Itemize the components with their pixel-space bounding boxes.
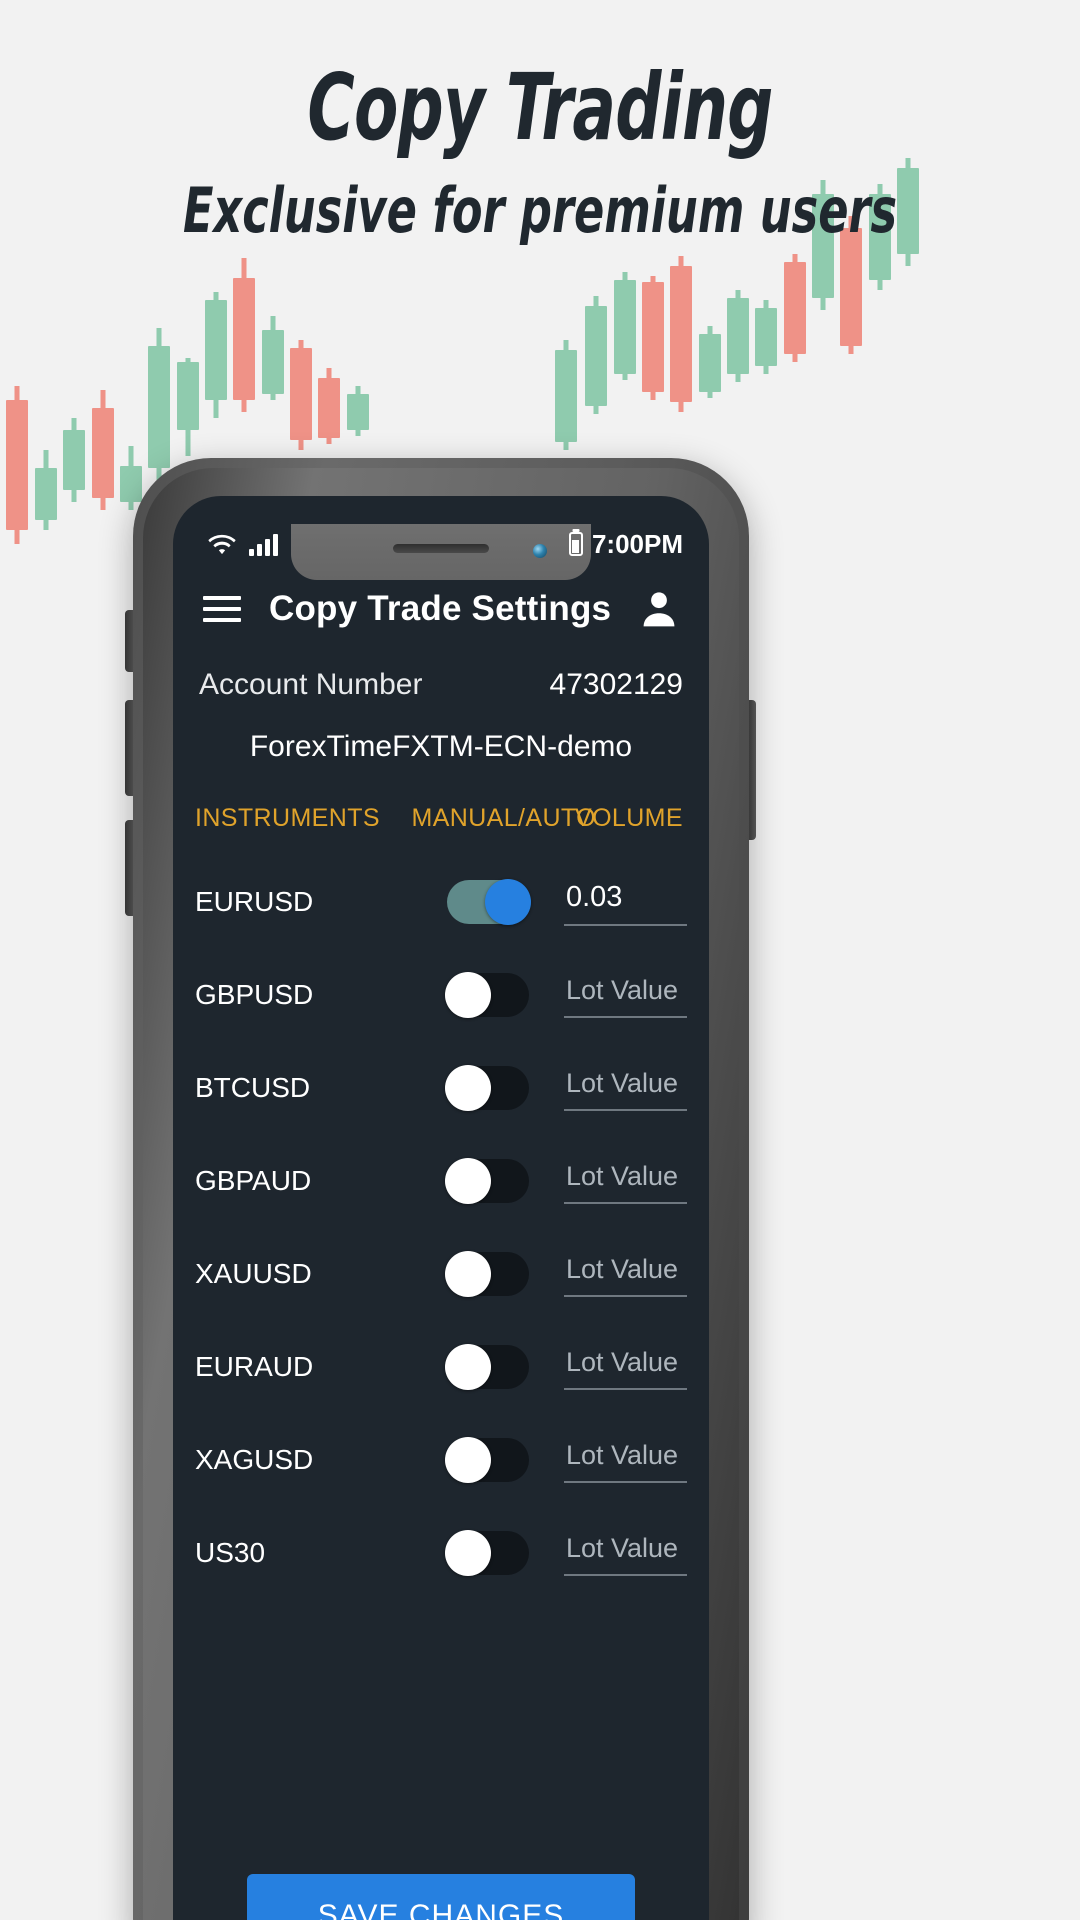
page-subtitle: Exclusive for premium users xyxy=(182,174,898,247)
lot-value-placeholder: Lot Value xyxy=(565,1254,679,1284)
toggle-cell xyxy=(411,1157,564,1204)
lot-value-placeholder: Lot Value xyxy=(565,975,679,1005)
hamburger-menu-icon[interactable] xyxy=(203,596,241,622)
instrument-name: BTCUSD xyxy=(195,1071,311,1103)
promo-text-block: Copy Trading Exclusive for premium users xyxy=(0,62,1080,242)
toggle-knob xyxy=(444,1529,491,1576)
server-name: ForexTimeFXTM-ECN-demo xyxy=(249,730,633,763)
volume-cell: Lot Value xyxy=(563,1436,687,1483)
lot-value-input[interactable]: Lot Value xyxy=(563,1064,687,1111)
manual-auto-toggle[interactable] xyxy=(444,1250,529,1297)
toggle-cell xyxy=(411,1343,564,1390)
save-button-container: SAVE CHANGES xyxy=(173,1874,709,1920)
instrument-row: GBPUSD Lot Value xyxy=(195,948,687,1041)
lot-value-input[interactable]: Lot Value xyxy=(563,1250,687,1297)
app-bar: Copy Trade Settings xyxy=(173,570,709,648)
toggle-knob xyxy=(444,1436,491,1483)
lot-value-input[interactable]: Lot Value xyxy=(563,971,687,1018)
phone-bezel: 7:00PM Copy Trade Settings Account Numbe xyxy=(143,468,739,1920)
instrument-name: US30 xyxy=(195,1536,266,1568)
server-row: ForexTimeFXTM-ECN-demo xyxy=(173,708,709,770)
lot-value-placeholder: Lot Value xyxy=(565,1161,679,1191)
volume-cell: 0.03 xyxy=(563,877,687,926)
instrument-row: XAGUSD Lot Value xyxy=(195,1413,687,1506)
save-changes-button[interactable]: SAVE CHANGES xyxy=(247,1874,635,1920)
instrument-name: EURAUD xyxy=(195,1350,314,1382)
instrument-name: GBPAUD xyxy=(195,1164,312,1196)
toggle-knob xyxy=(444,971,491,1018)
instrument-list: EURUSD 0.03 GBPUSD Lot Value BTCUSD Lot Value… xyxy=(173,855,709,1599)
instrument-row: EURUSD 0.03 xyxy=(195,855,687,948)
volume-cell: Lot Value xyxy=(563,1343,687,1390)
wifi-icon xyxy=(208,534,236,555)
status-bar: 7:00PM xyxy=(173,496,709,570)
volume-cell: Lot Value xyxy=(563,971,687,1018)
manual-auto-toggle[interactable] xyxy=(444,971,529,1018)
column-header-volume: VOLUME xyxy=(575,804,683,832)
toggle-cell xyxy=(411,971,564,1018)
table-header: INSTRUMENTS MANUAL/AUTO VOLUME xyxy=(173,770,709,855)
page-title: Copy Trading xyxy=(307,54,773,161)
account-number-label: Account Number xyxy=(199,668,423,701)
cellular-signal-icon xyxy=(249,534,278,556)
account-number-row: Account Number 47302129 xyxy=(173,648,709,708)
manual-auto-toggle[interactable] xyxy=(444,1157,529,1204)
toggle-knob xyxy=(444,1250,491,1297)
instrument-name: XAUUSD xyxy=(195,1257,312,1289)
manual-auto-toggle[interactable] xyxy=(446,878,531,925)
toggle-knob xyxy=(444,1343,491,1390)
instrument-row: EURAUD Lot Value xyxy=(195,1320,687,1413)
person-avatar-icon[interactable] xyxy=(637,587,681,631)
phone-mockup: 7:00PM Copy Trade Settings Account Numbe xyxy=(133,458,749,1920)
toggle-cell xyxy=(411,1436,564,1483)
clock-time: 7:00PM xyxy=(591,528,683,559)
toggle-cell xyxy=(411,1250,564,1297)
lot-value-input[interactable]: 0.03 xyxy=(563,877,687,926)
lot-value-text: 0.03 xyxy=(565,881,623,913)
manual-auto-toggle[interactable] xyxy=(444,1064,529,1111)
instrument-name: EURUSD xyxy=(195,885,314,917)
lot-value-input[interactable]: Lot Value xyxy=(563,1343,687,1390)
lot-value-input[interactable]: Lot Value xyxy=(563,1157,687,1204)
manual-auto-toggle[interactable] xyxy=(444,1529,529,1576)
instrument-name: GBPUSD xyxy=(195,978,314,1010)
promo-screenshot: Copy Trading Exclusive for premium users xyxy=(0,0,1080,1920)
battery-icon xyxy=(568,532,583,556)
toggle-knob xyxy=(484,878,531,925)
volume-cell: Lot Value xyxy=(563,1250,687,1297)
toggle-knob xyxy=(444,1157,491,1204)
toggle-cell xyxy=(411,1064,564,1111)
column-header-instruments: INSTRUMENTS xyxy=(195,804,380,832)
toggle-cell xyxy=(411,1529,564,1576)
lot-value-placeholder: Lot Value xyxy=(565,1440,679,1470)
column-header-manual-auto: MANUAL/AUTO xyxy=(411,804,596,832)
instrument-name: XAGUSD xyxy=(195,1443,314,1475)
toggle-knob xyxy=(444,1064,491,1111)
lot-value-input[interactable]: Lot Value xyxy=(563,1529,687,1576)
instrument-row: XAUUSD Lot Value xyxy=(195,1227,687,1320)
lot-value-placeholder: Lot Value xyxy=(565,1347,679,1377)
instrument-row: GBPAUD Lot Value xyxy=(195,1134,687,1227)
lot-value-input[interactable]: Lot Value xyxy=(563,1436,687,1483)
lot-value-placeholder: Lot Value xyxy=(565,1533,679,1563)
manual-auto-toggle[interactable] xyxy=(444,1343,529,1390)
manual-auto-toggle[interactable] xyxy=(444,1436,529,1483)
instrument-row: BTCUSD Lot Value xyxy=(195,1041,687,1134)
volume-cell: Lot Value xyxy=(563,1157,687,1204)
volume-cell: Lot Value xyxy=(563,1529,687,1576)
account-number-value: 47302129 xyxy=(549,668,683,701)
app-bar-title: Copy Trade Settings xyxy=(269,589,612,628)
phone-screen: 7:00PM Copy Trade Settings Account Numbe xyxy=(173,496,709,1920)
status-bar-left xyxy=(207,532,278,556)
lot-value-placeholder: Lot Value xyxy=(565,1068,679,1098)
instrument-row: US30 Lot Value xyxy=(195,1506,687,1599)
settings-content: Account Number 47302129 ForexTimeFXTM-EC… xyxy=(173,648,709,1920)
status-bar-right: 7:00PM xyxy=(568,528,683,560)
volume-cell: Lot Value xyxy=(563,1064,687,1111)
toggle-cell xyxy=(411,878,564,925)
